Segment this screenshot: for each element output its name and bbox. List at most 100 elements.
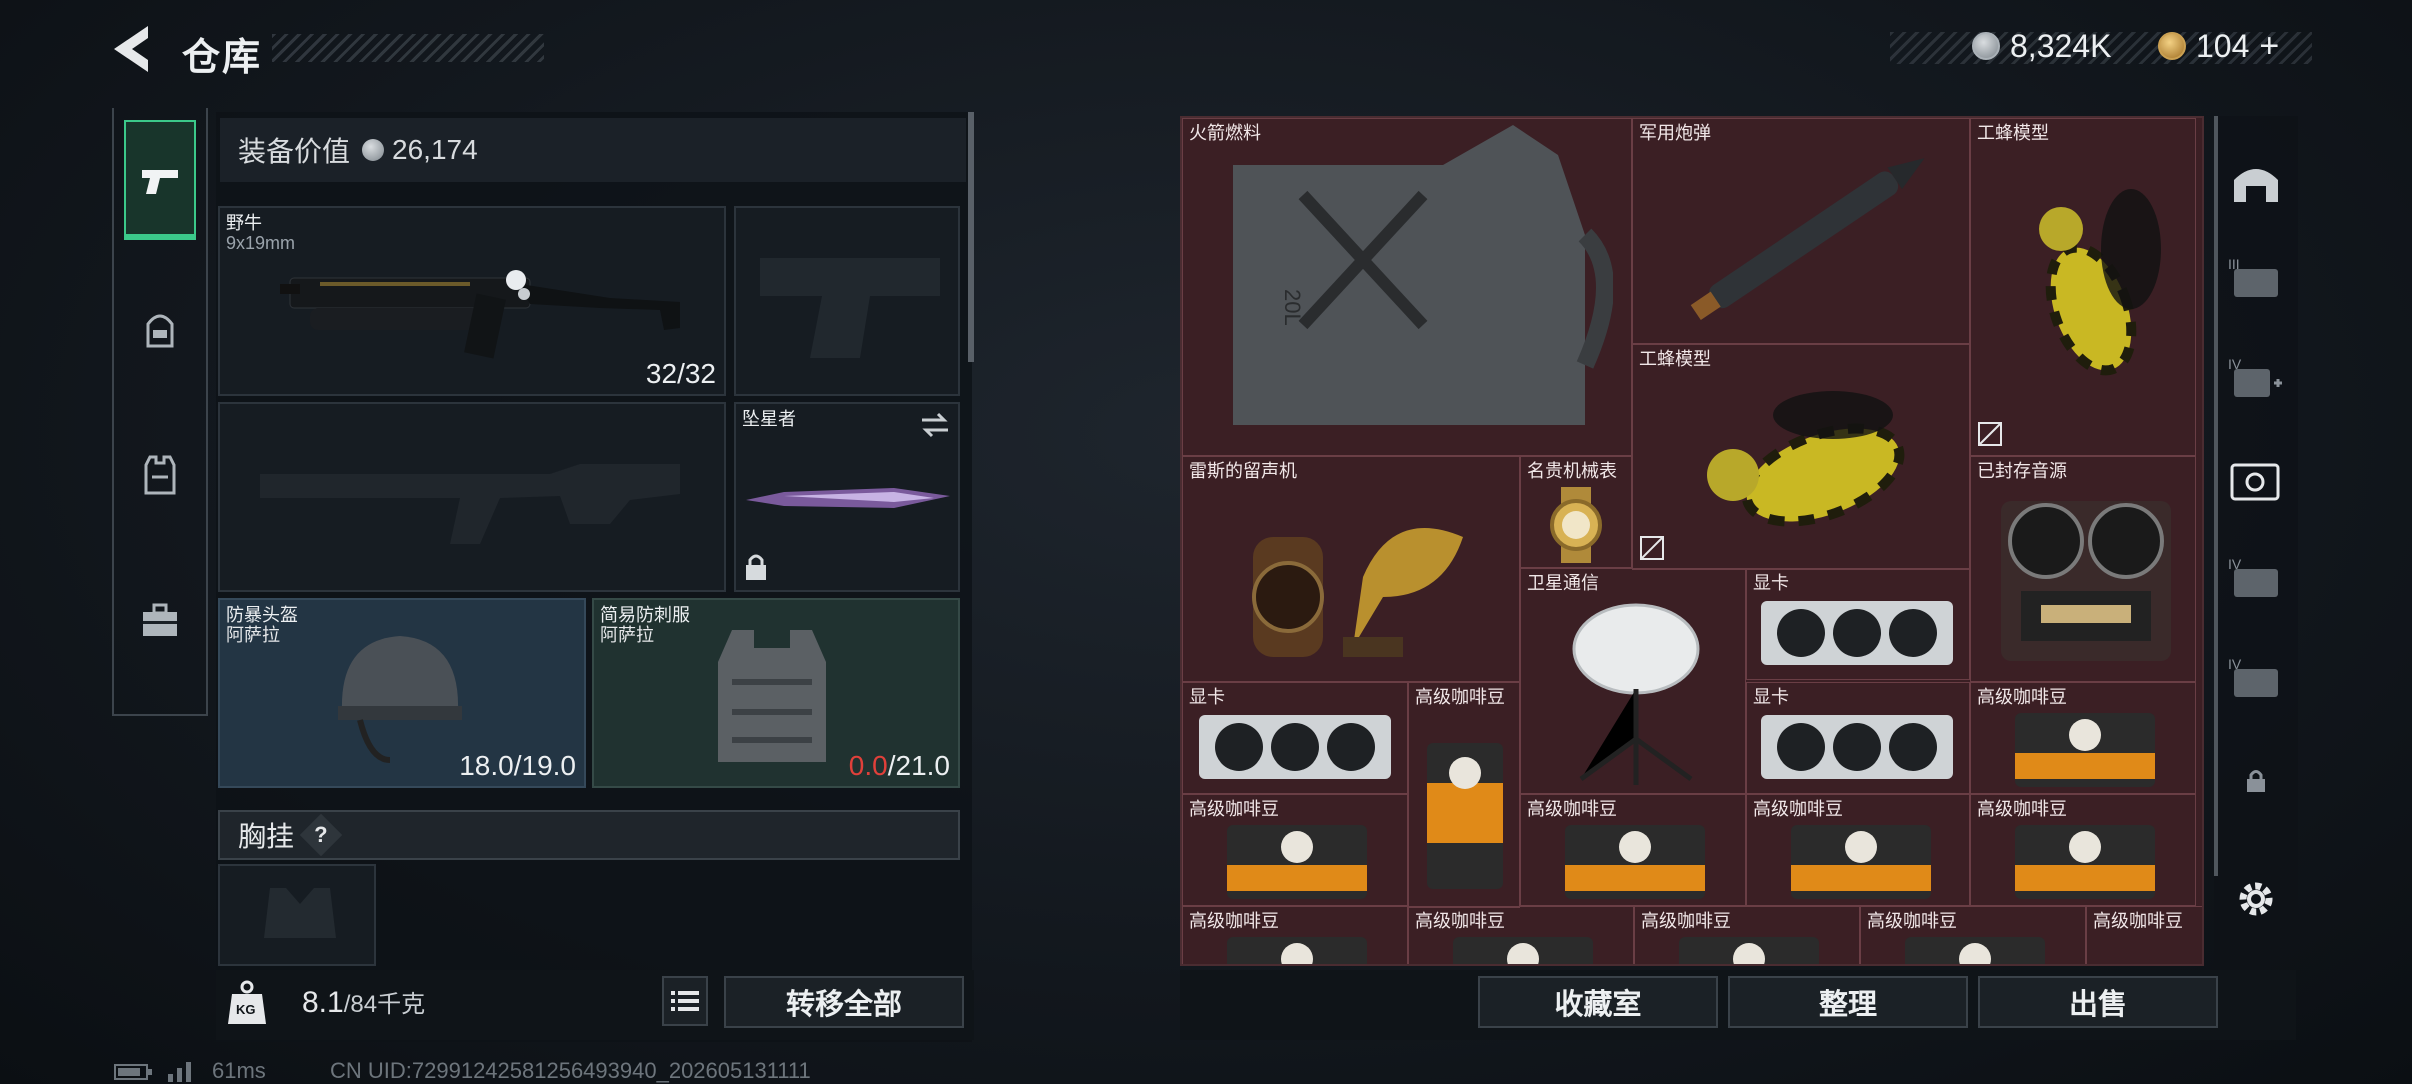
equipment-value-label: 装备价值 xyxy=(238,136,351,167)
pistol-slot[interactable] xyxy=(734,206,960,396)
phonograph-image xyxy=(1252,528,1463,657)
organize-button[interactable]: 整理 xyxy=(1728,976,1968,1028)
collection-room-button[interactable]: 收藏室 xyxy=(1478,976,1718,1028)
lock-icon xyxy=(746,554,766,580)
swap-icon[interactable] xyxy=(920,412,950,438)
helmet-slot[interactable]: 防暴头盔 阿萨拉 18.0/19.0 xyxy=(218,598,586,788)
storage-add-button[interactable]: IV xyxy=(2222,336,2290,426)
item-sealed-source[interactable]: 已封存音源 xyxy=(1970,456,2196,682)
silver-coin-icon xyxy=(1972,32,2000,60)
tab-armor[interactable] xyxy=(124,414,196,534)
tab-helmet[interactable] xyxy=(124,268,196,388)
weapon-name: 野牛 xyxy=(226,213,262,233)
item-coffee-8[interactable]: 高级咖啡豆 xyxy=(1408,906,1634,964)
gold-coin-icon xyxy=(2158,32,2186,60)
coffee-bag-image xyxy=(1565,825,1705,899)
weight-readout: 8.1/84千克 xyxy=(302,984,425,1020)
vest-icon xyxy=(144,455,176,495)
armor-name: 简易防刺服 xyxy=(600,605,690,625)
item-coffee-4[interactable]: 高级咖啡豆 xyxy=(1520,794,1746,906)
storage-tier3-button[interactable]: III xyxy=(2222,236,2290,326)
fuel-can-image: 20L xyxy=(1233,125,1613,425)
helmet-durability: 18.0/19.0 xyxy=(459,750,576,781)
item-shell[interactable]: 军用炮弹 xyxy=(1632,118,1970,344)
melee-slot[interactable]: 坠星者 xyxy=(734,402,960,592)
satellite-dish-image xyxy=(1572,603,1700,785)
item-coffee-11[interactable]: 高级咖啡豆 xyxy=(2086,906,2202,964)
sell-button[interactable]: 出售 xyxy=(1978,976,2218,1028)
armor-durability-max: /21.0 xyxy=(887,750,950,781)
equipment-scrollbar[interactable] xyxy=(968,112,974,362)
weapon-ammo-count: 32/32 xyxy=(645,358,716,389)
silver-amount: 8,324K xyxy=(2010,27,2112,64)
coffee-bag-image xyxy=(1453,937,1593,964)
coffee-bag-image xyxy=(1679,937,1819,964)
item-rocket-fuel[interactable]: 火箭燃料 20L xyxy=(1182,118,1632,456)
back-arrow-icon[interactable] xyxy=(108,22,154,76)
ping-readout: 61ms xyxy=(212,1058,266,1083)
tab-weapons[interactable] xyxy=(124,120,196,240)
armor-slot[interactable]: 简易防刺服 阿萨拉 0.0/21.0 xyxy=(592,598,960,788)
coffee-bag-image xyxy=(1227,825,1367,899)
silver-coin-icon xyxy=(362,139,385,161)
helmet-brand: 阿萨拉 xyxy=(226,625,280,645)
chest-rig-placeholder-icon xyxy=(264,888,336,938)
list-view-button[interactable] xyxy=(662,976,708,1026)
item-coffee-1[interactable]: 高级咖啡豆 xyxy=(1408,682,1520,908)
gpu-image xyxy=(1761,715,1953,779)
chest-rig-label: 胸挂 xyxy=(238,821,295,852)
help-icon[interactable]: ? xyxy=(299,813,343,857)
storage-home-button[interactable] xyxy=(2222,136,2290,226)
item-coffee-10[interactable]: 高级咖啡豆 xyxy=(1860,906,2086,964)
bee-model-image xyxy=(2039,189,2161,376)
helmet-image xyxy=(338,636,462,763)
settings-button[interactable] xyxy=(2222,854,2290,944)
equipment-value-row: 装备价值 26,174 xyxy=(220,118,966,182)
item-phonograph[interactable]: 雷斯的留声机 xyxy=(1182,456,1520,682)
secondary-weapon-slot[interactable] xyxy=(218,402,726,592)
storage-scrollbar[interactable] xyxy=(2214,116,2218,876)
armor-vest-image xyxy=(718,630,826,762)
shell-image xyxy=(1690,158,1925,320)
storage-grid: 火箭燃料 20L 军用炮弹 工蜂模型 工蜂模型 雷斯的留声机 名贵机械表 卫星通… xyxy=(1180,116,2204,966)
add-currency-button[interactable]: + xyxy=(2259,27,2279,66)
smg-image xyxy=(280,270,680,359)
helmet-name: 防暴头盔 xyxy=(226,605,298,625)
weight-current: 8.1 xyxy=(302,986,344,1019)
item-coffee-6[interactable]: 高级咖啡豆 xyxy=(1970,794,2196,906)
equipment-value: 26,174 xyxy=(392,134,478,165)
chest-rig-slot[interactable] xyxy=(218,864,376,966)
list-icon xyxy=(671,991,699,1011)
chest-rig-header: 胸挂 ? xyxy=(218,810,960,860)
item-gpu-2[interactable]: 显卡 xyxy=(1182,682,1408,794)
item-gpu-1[interactable]: 显卡 xyxy=(1746,568,1970,680)
item-satellite[interactable]: 卫星通信 xyxy=(1520,568,1746,794)
tab-backpack[interactable] xyxy=(124,560,196,680)
storage-category-rail: III IV IV IV xyxy=(2214,116,2298,968)
gold-amount: 104 xyxy=(2196,27,2250,64)
helmet-icon xyxy=(146,314,174,348)
item-coffee-5[interactable]: 高级咖啡豆 xyxy=(1746,794,1970,906)
category-rail xyxy=(112,108,208,716)
item-worker-bee-1[interactable]: 工蜂模型 xyxy=(1970,118,2196,456)
watch-image xyxy=(1550,487,1602,563)
item-coffee-3[interactable]: 高级咖啡豆 xyxy=(1182,794,1408,906)
primary-weapon-slot[interactable]: 野牛 9x19mm 32/32 xyxy=(218,206,726,396)
no-insure-icon xyxy=(1640,536,1664,560)
gold-currency[interactable]: 104 + xyxy=(2158,27,2279,66)
storage-tier4b-button[interactable]: IV xyxy=(2222,636,2290,726)
item-coffee-7[interactable]: 高级咖啡豆 xyxy=(1182,906,1408,964)
storage-tier4-button[interactable]: IV xyxy=(2222,536,2290,626)
item-coffee-9[interactable]: 高级咖啡豆 xyxy=(1634,906,1860,964)
toolbox-icon xyxy=(143,603,177,636)
item-watch[interactable]: 名贵机械表 xyxy=(1520,456,1632,568)
storage-active-button[interactable] xyxy=(2222,436,2290,526)
silver-currency: 8,324K xyxy=(1972,28,2111,64)
coffee-bag-image xyxy=(1227,937,1367,964)
coffee-bag-image xyxy=(2015,825,2155,899)
item-coffee-2[interactable]: 高级咖啡豆 xyxy=(1970,682,2196,794)
item-gpu-3[interactable]: 显卡 xyxy=(1746,682,1970,794)
item-worker-bee-2[interactable]: 工蜂模型 xyxy=(1632,344,1970,570)
pistol-icon xyxy=(142,170,178,194)
transfer-all-button[interactable]: 转移全部 xyxy=(724,976,964,1028)
